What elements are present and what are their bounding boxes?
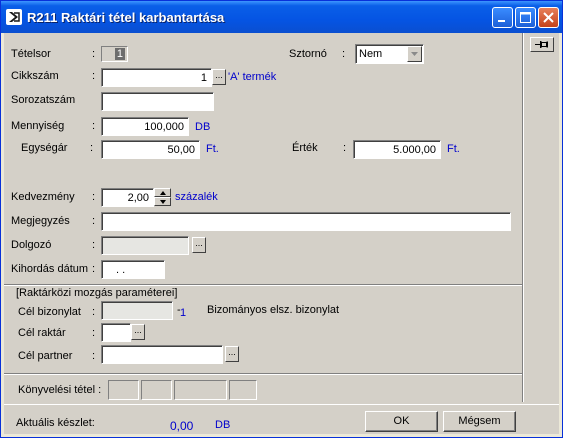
cel-bizonylat-number: 1 xyxy=(180,307,187,319)
colon: : xyxy=(92,120,96,132)
tetelsor-label: Tételsor xyxy=(11,48,51,60)
colon: : xyxy=(92,48,96,60)
colon: : xyxy=(92,350,96,362)
mennyiseg-label: Mennyiség xyxy=(11,120,65,132)
sztorno-value: Nem xyxy=(359,48,383,60)
konyvelesi-field-2 xyxy=(141,380,172,400)
sorozatszam-label: Sorozatszám xyxy=(11,94,76,106)
colon: : xyxy=(92,327,96,339)
arrow-up-icon xyxy=(160,191,166,195)
kedvezmeny-label: Kedvezmény xyxy=(11,191,75,203)
ertek-input[interactable]: 5.000,00 xyxy=(353,140,441,159)
mennyiseg-unit: DB xyxy=(195,121,211,133)
kihordas-date-input[interactable]: . . xyxy=(101,260,165,279)
maximize-button[interactable] xyxy=(515,7,536,28)
cel-partner-label: Cél partner xyxy=(18,350,73,362)
dolgozo-label: Dolgozó xyxy=(11,239,52,251)
window-title: R211 Raktári tétel karbantartása xyxy=(27,10,225,25)
cel-partner-input[interactable] xyxy=(101,345,223,364)
megjegyzes-input[interactable] xyxy=(101,212,511,231)
cikkszam-input[interactable]: 1 xyxy=(101,68,212,87)
title-bar[interactable]: R211 Raktári tétel karbantartása xyxy=(1,1,562,33)
sztorno-select[interactable]: Nem xyxy=(355,44,424,64)
colon: : xyxy=(92,191,96,203)
close-icon xyxy=(543,12,554,23)
kedvezmeny-unit: százalék xyxy=(175,191,218,203)
cancel-button[interactable]: Mégsem xyxy=(443,411,516,432)
colon: : xyxy=(92,215,96,227)
cel-bizonylat-input[interactable] xyxy=(101,301,173,320)
client-area: Tételsor : 1 Sztornó : Nem Cikkszám : 1 … xyxy=(4,33,559,434)
keszlet-unit: DB xyxy=(215,419,231,431)
colon: : xyxy=(92,263,96,275)
ok-button[interactable]: OK xyxy=(365,411,438,432)
pin-icon xyxy=(535,41,548,48)
main-window: R211 Raktári tétel karbantartása Tételso… xyxy=(0,0,563,438)
mennyiseg-input[interactable]: 100,000 xyxy=(101,117,189,136)
konyvelesi-field-3 xyxy=(174,380,227,400)
spin-up-button[interactable] xyxy=(154,188,171,197)
footer-bar: Aktuális készlet: 0,00 DB OK Mégsem xyxy=(4,404,559,435)
close-button[interactable] xyxy=(538,7,559,28)
raktarkozi-title: [Raktárközi mozgás paraméterei] xyxy=(16,287,178,299)
spin-down-button[interactable] xyxy=(154,197,171,206)
keszlet-label: Aktuális készlet: xyxy=(16,417,95,429)
konyvelesi-field-4 xyxy=(229,380,257,400)
kedvezmeny-input[interactable]: 2,00 xyxy=(101,188,154,207)
cel-bizonylat-label: Cél bizonylat xyxy=(18,306,81,318)
sztorno-dropdown-button[interactable] xyxy=(407,46,422,62)
cikkszam-label: Cikkszám xyxy=(11,70,59,82)
colon: : xyxy=(90,142,94,154)
megjegyzes-label: Megjegyzés xyxy=(11,215,70,227)
separator xyxy=(4,373,522,375)
side-toolbar xyxy=(523,33,560,402)
tetelsor-field: 1 xyxy=(101,46,128,62)
cikkszam-description: 'A' termék xyxy=(228,71,277,83)
tetelsor-value: 1 xyxy=(114,48,125,60)
kihordas-label: Kihordás dátum xyxy=(11,263,89,275)
konyvelesi-label: Könyvelési tétel : xyxy=(18,384,102,396)
cel-bizonylat-note: Bizományos elsz. bizonylat xyxy=(207,304,340,316)
egysegar-label: Egységár xyxy=(21,142,68,154)
keszlet-value: 0,00 xyxy=(170,419,194,433)
cikkszam-lookup-button[interactable]: ... xyxy=(212,69,226,85)
minimize-button[interactable] xyxy=(492,7,513,28)
cel-partner-lookup-button[interactable]: ... xyxy=(225,346,239,362)
cel-raktar-input[interactable] xyxy=(101,323,131,342)
colon: : xyxy=(92,70,96,82)
colon: : xyxy=(342,48,346,60)
pin-button[interactable] xyxy=(530,37,554,52)
ertek-unit: Ft. xyxy=(447,143,460,155)
maximize-icon xyxy=(520,12,531,23)
cel-raktar-lookup-button[interactable]: ... xyxy=(131,324,145,340)
ertek-label: Érték xyxy=(292,142,318,154)
colon: : xyxy=(343,142,347,154)
chevron-down-icon xyxy=(411,52,418,56)
egysegar-input[interactable]: 50,00 xyxy=(101,140,200,159)
sztorno-label: Sztornó xyxy=(289,48,327,60)
kedvezmeny-spinner[interactable] xyxy=(154,188,171,207)
dolgozo-input[interactable] xyxy=(101,236,189,255)
colon: : xyxy=(92,306,96,318)
separator xyxy=(4,284,522,286)
form-panel: Tételsor : 1 Sztornó : Nem Cikkszám : 1 … xyxy=(4,33,523,402)
app-icon xyxy=(6,9,22,25)
minimize-icon xyxy=(498,20,505,22)
egysegar-unit: Ft. xyxy=(206,143,219,155)
colon: : xyxy=(92,239,96,251)
dolgozo-lookup-button[interactable]: ... xyxy=(192,237,206,253)
arrow-down-icon xyxy=(160,200,166,204)
konyvelesi-field-1 xyxy=(108,380,139,400)
cel-raktar-label: Cél raktár xyxy=(18,327,66,339)
sorozatszam-input[interactable] xyxy=(101,92,214,111)
